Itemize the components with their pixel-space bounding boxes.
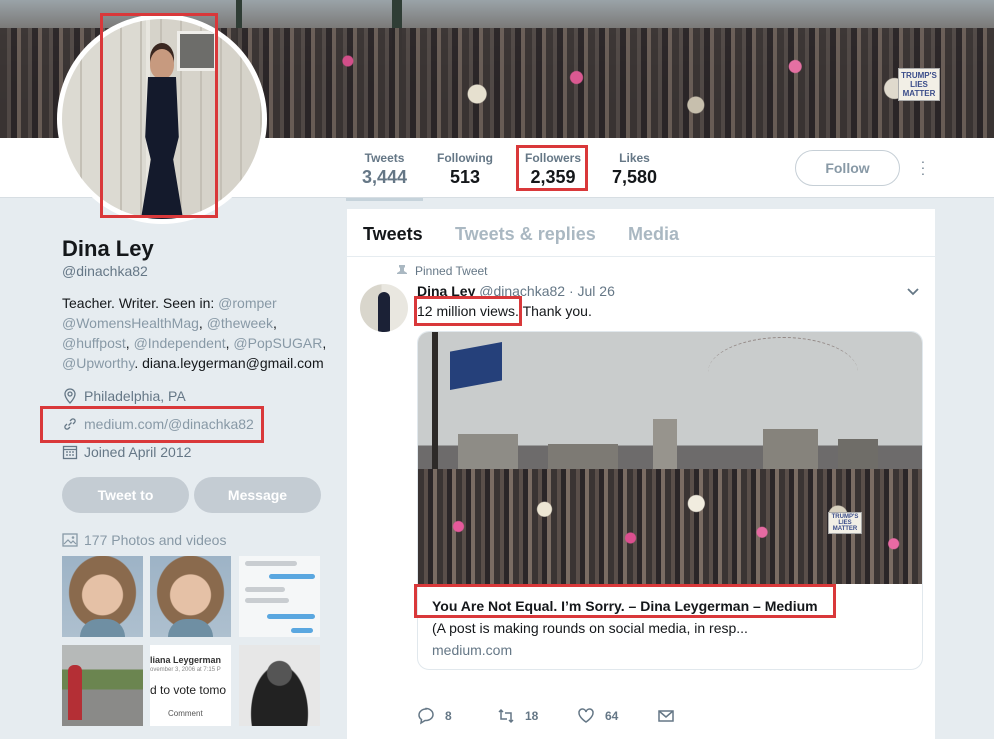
tweet-author[interactable]: Dina Ley: [417, 283, 475, 299]
bio-mention[interactable]: @PopSUGAR: [233, 335, 322, 351]
stat-label: Tweets: [364, 151, 405, 165]
profile-handle[interactable]: @dinachka82: [62, 263, 148, 279]
website-link[interactable]: medium.com/@dinachka82: [84, 416, 254, 432]
bio-mention[interactable]: @theweek: [207, 315, 273, 331]
avatar-window: [177, 31, 217, 71]
chevron-down-icon[interactable]: [907, 283, 919, 299]
profile-name[interactable]: Dina Ley: [62, 236, 154, 262]
bio-mention[interactable]: @Independent: [134, 335, 226, 351]
profile-avatar[interactable]: [57, 14, 267, 224]
tab-tweets-replies[interactable]: Tweets & replies: [455, 224, 596, 245]
photo-icon: [62, 533, 78, 547]
pinned-label: Pinned Tweet: [415, 264, 488, 278]
reply-button[interactable]: 8: [417, 707, 497, 725]
like-count: 64: [605, 709, 619, 723]
retweet-icon: [498, 708, 514, 724]
tweet-header: Dina Ley @dinachka82 · Jul 26: [417, 283, 615, 299]
card-flag: [450, 342, 502, 390]
thumb-text: d to vote tomo: [150, 683, 227, 697]
link-icon: [64, 418, 76, 430]
card-domain: medium.com: [432, 642, 513, 658]
retweet-button[interactable]: 18: [497, 707, 577, 725]
bio-mention[interactable]: @romper: [218, 295, 277, 311]
bio-mention[interactable]: @Upworthy: [62, 355, 134, 371]
pin-icon: [397, 265, 407, 277]
tweet-text-rest: . Thank you.: [515, 303, 592, 319]
card-description: (A post is making rounds on social media…: [432, 620, 748, 636]
banner-protest-sign: TRUMP'S LIES MATTER: [898, 68, 940, 101]
stat-label: Followers: [525, 151, 582, 165]
tweet-actions: 8 18 64: [417, 707, 737, 725]
avatar-photo: [62, 19, 262, 219]
location-text: Philadelphia, PA: [84, 388, 186, 404]
avatar-person-head: [150, 49, 174, 79]
thumb-text: Comment: [168, 709, 203, 718]
calendar-icon: [62, 445, 78, 460]
profile-location: Philadelphia, PA: [62, 388, 186, 404]
tweet-avatar[interactable]: [360, 284, 408, 332]
bio-email: diana.leygerman@gmail.com: [142, 355, 324, 371]
card-tree: [708, 337, 858, 407]
photos-count: 177 Photos and videos: [84, 532, 227, 548]
envelope-icon: [658, 710, 674, 722]
card-building: [458, 434, 518, 474]
card-building: [763, 429, 818, 474]
like-button[interactable]: 64: [577, 707, 657, 725]
timeline-tabs: Tweets Tweets & replies Media: [347, 209, 935, 257]
tweet-text: 12 million views. Thank you.: [417, 303, 592, 319]
profile-bio: Teacher. Writer. Seen in: @romper @Women…: [62, 295, 327, 371]
tweet-date[interactable]: · Jul 26: [569, 283, 615, 299]
stat-likes[interactable]: Likes 7,580: [612, 151, 657, 188]
stat-tweets[interactable]: Tweets 3,444: [345, 151, 424, 201]
reply-count: 8: [445, 709, 452, 723]
tab-tweets[interactable]: Tweets: [363, 224, 423, 245]
stat-followers[interactable]: Followers 2,359: [525, 151, 581, 188]
stat-value: 7,580: [612, 167, 658, 187]
thumb-text: ovember 3, 2006 at 7:15 P: [150, 667, 221, 673]
photo-thumbnail[interactable]: [62, 556, 143, 637]
photo-thumbnail[interactable]: [239, 556, 320, 637]
bio-text: Teacher. Writer. Seen in:: [62, 295, 219, 311]
more-options-icon[interactable]: · · ·: [917, 154, 929, 180]
direct-message-button[interactable]: [657, 707, 737, 725]
stat-label: Likes: [619, 151, 650, 165]
heart-icon: [578, 708, 594, 723]
photo-thumbnail[interactable]: liana Leygerman ovember 3, 2006 at 7:15 …: [150, 645, 231, 726]
bio-mention[interactable]: @huffpost: [62, 335, 126, 351]
photo-thumbnail[interactable]: [150, 556, 231, 637]
bio-mention[interactable]: @WomensHealthMag: [62, 315, 199, 331]
tweets-panel: Tweets Tweets & replies Media Pinned Twe…: [347, 209, 935, 739]
thumb-text: liana Leygerman: [150, 655, 222, 665]
stat-value: 513: [449, 167, 481, 187]
profile-website[interactable]: medium.com/@dinachka82: [62, 416, 254, 432]
tweet-text-highlight: 12 million views: [417, 303, 516, 319]
stat-label: Following: [437, 151, 493, 165]
link-card[interactable]: TRUMP'S LIES MATTER You Are Not Equal. I’m…: [417, 331, 923, 670]
tab-media[interactable]: Media: [628, 224, 679, 245]
stat-value: 2,359: [530, 167, 576, 187]
tweet-handle[interactable]: @dinachka82: [479, 283, 565, 299]
message-button[interactable]: Message: [194, 477, 321, 513]
photo-thumbnail[interactable]: [62, 645, 143, 726]
stat-following[interactable]: Following 513: [437, 151, 493, 188]
joined-text: Joined April 2012: [84, 444, 192, 460]
reply-icon: [418, 707, 434, 725]
card-protest-sign: TRUMP'S LIES MATTER: [828, 512, 862, 534]
photos-header[interactable]: 177 Photos and videos: [62, 532, 226, 548]
retweet-count: 18: [525, 709, 539, 723]
card-title: You Are Not Equal. I’m Sorry. – Dina Ley…: [432, 598, 818, 614]
card-image: TRUMP'S LIES MATTER: [418, 332, 922, 584]
profile-joined: Joined April 2012: [62, 444, 191, 460]
location-pin-icon: [64, 388, 76, 404]
follow-button[interactable]: Follow: [795, 150, 900, 186]
card-building: [653, 419, 677, 474]
tweet-to-button[interactable]: Tweet to: [62, 477, 189, 513]
photo-thumbnail[interactable]: [239, 645, 320, 726]
pinned-indicator: Pinned Tweet: [397, 264, 488, 278]
stat-value: 3,444: [362, 167, 408, 187]
